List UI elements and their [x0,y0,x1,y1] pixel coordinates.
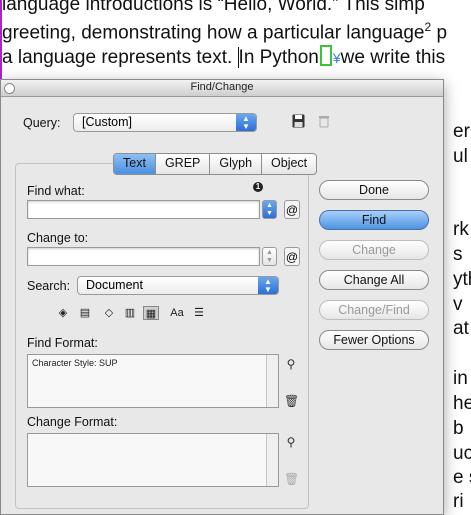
search-mode-tabs: Text GREP Glyph Object [113,153,318,175]
delete-query-icon[interactable] [317,114,331,130]
include-hidden-layers-icon[interactable]: ◇ [101,306,117,320]
special-characters-change-button[interactable]: @ [284,247,300,266]
doc-fragment: e s [453,467,471,488]
clear-change-format-icon[interactable]: 🗑 [284,472,299,486]
chevron-updown-icon: ▲ ▼ [258,277,278,294]
dialog-title: Find/Change [190,81,254,93]
find-format-box[interactable]: Character Style: SUP [27,354,279,408]
specify-change-format-icon[interactable]: ⚲ [284,435,298,449]
scrollbar[interactable] [266,355,278,407]
doc-fragment: rk [453,219,469,240]
clear-find-format-icon[interactable]: 🗑 [284,394,299,408]
doc-fragment: v [453,294,463,315]
find-change-dialog: Find/Change Query: [Custom] ▲ ▼ Text GREP… [0,79,444,515]
find-what-input[interactable] [27,200,260,219]
special-characters-find-button[interactable]: @ [284,200,300,219]
change-all-button[interactable]: Change All [319,270,429,290]
change-format-box[interactable] [27,433,279,487]
change-button[interactable]: Change [319,240,429,260]
dialog-titlebar[interactable]: Find/Change [1,80,443,97]
doc-fragment: in [453,368,468,389]
document-line-1: language introductions is “Hello, World.… [2,0,425,15]
tab-glyph[interactable]: Glyph [210,154,263,174]
tab-object[interactable]: Object [262,154,316,174]
query-value: [Custom] [82,115,133,129]
find-format-value: Character Style: SUP [32,358,118,368]
include-locked-layers-icon[interactable]: ◈ [55,306,71,320]
doc-fragment: ri [453,491,464,512]
document-line-3[interactable]: a language represents text. In Python ¥we… [2,45,445,69]
doc-fragment: he [453,393,471,414]
include-master-pages-icon[interactable]: ▥ [122,306,138,320]
anchor-marker: ¥ [332,50,341,66]
chevron-updown-icon: ▲ ▼ [236,114,256,131]
doc-fragment: b [453,418,464,439]
change-to-input[interactable] [27,247,260,266]
save-query-icon[interactable] [291,114,305,130]
include-footnotes-icon[interactable]: ▦ [143,306,159,320]
doc-fragment: erp [453,121,471,142]
done-button[interactable]: Done [319,180,429,200]
find-button[interactable]: Find [319,210,429,230]
search-scope-select[interactable]: Document ▲ ▼ [77,276,279,295]
info-badge-icon: 1 [253,182,263,192]
query-select[interactable]: [Custom] ▲ ▼ [73,113,257,132]
scrollbar[interactable] [266,434,278,486]
search-label: Search: [27,279,71,293]
change-to-dropdown[interactable]: ▲ ▼ [262,247,277,266]
include-locked-stories-icon[interactable]: ▤ [77,306,93,320]
doc-fragment: ul [453,146,468,167]
search-scope-value: Document [86,278,143,292]
doc-fragment: at [453,318,469,339]
query-label: Query: [23,116,61,130]
change-format-label: Change Format: [27,415,118,429]
whole-word-icon[interactable]: ☰ [191,306,207,320]
fewer-options-button[interactable]: Fewer Options [319,330,429,350]
doc-fragment: uc [453,443,471,464]
doc-fragment: yth [453,269,471,290]
case-sensitive-icon[interactable]: Aa [169,306,185,320]
change-to-label: Change to: [27,231,89,245]
tab-grep[interactable]: GREP [156,154,211,174]
document-line-2: greeting, demonstrating how a particular… [2,20,448,44]
find-what-dropdown[interactable]: ▲ ▼ [262,200,277,219]
text-cursor-frame[interactable] [319,45,332,66]
find-format-label: Find Format: [27,336,98,350]
specify-find-format-icon[interactable]: ⚲ [284,357,298,371]
doc-fragment: s [453,244,463,265]
tab-text[interactable]: Text [114,154,156,174]
change-find-button[interactable]: Change/Find [319,300,429,320]
find-what-label: Find what: [27,184,85,198]
